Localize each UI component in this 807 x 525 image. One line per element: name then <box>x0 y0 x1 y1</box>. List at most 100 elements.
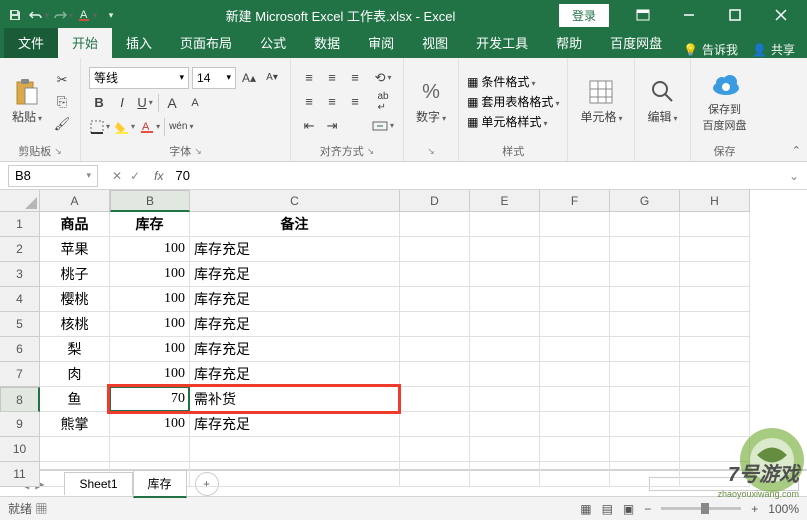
cell[interactable] <box>540 362 610 387</box>
fill-color-icon[interactable] <box>114 117 136 137</box>
tab-help[interactable]: 帮助 <box>542 28 596 58</box>
row-header-4[interactable]: 4 <box>0 287 40 312</box>
cell[interactable] <box>680 412 750 437</box>
zoom-out-icon[interactable]: − <box>644 502 651 516</box>
cell[interactable] <box>610 462 680 487</box>
row-header-6[interactable]: 6 <box>0 337 40 362</box>
cell[interactable]: 核桃 <box>40 312 110 337</box>
col-header-H[interactable]: H <box>680 190 750 212</box>
align-right-icon[interactable]: ≡ <box>345 92 365 112</box>
grow-font-icon[interactable]: A▴ <box>239 68 259 88</box>
cell[interactable]: 库存充足 <box>190 412 400 437</box>
col-header-A[interactable]: A <box>40 190 110 212</box>
cell[interactable] <box>680 212 750 237</box>
cell[interactable] <box>610 362 680 387</box>
cell[interactable] <box>40 437 110 462</box>
align-center-icon[interactable]: ≡ <box>322 92 342 112</box>
cell[interactable] <box>610 262 680 287</box>
cell[interactable] <box>470 362 540 387</box>
shrink-font2-icon[interactable]: A <box>185 93 205 113</box>
view-normal-icon[interactable]: ▦ <box>580 502 591 516</box>
cell[interactable] <box>400 262 470 287</box>
zoom-slider[interactable] <box>661 507 741 510</box>
tab-data[interactable]: 数据 <box>300 28 354 58</box>
name-box[interactable]: B8▾ <box>8 165 98 187</box>
cell[interactable] <box>470 437 540 462</box>
wrap-text-icon[interactable]: ab↵ <box>371 92 395 112</box>
cell[interactable]: 桃子 <box>40 262 110 287</box>
cell[interactable]: 100 <box>110 237 190 262</box>
tab-start[interactable]: 开始 <box>58 28 112 58</box>
table-format-button[interactable]: ▦套用表格格式 <box>467 93 559 110</box>
indent-inc-icon[interactable]: ⇥ <box>322 116 342 136</box>
col-header-E[interactable]: E <box>470 190 540 212</box>
tell-me[interactable]: 💡告诉我 <box>683 41 738 58</box>
close-icon[interactable] <box>759 1 803 29</box>
font-color-qa-icon[interactable]: A <box>76 4 98 26</box>
accept-formula-icon[interactable]: ✓ <box>130 169 140 183</box>
cell[interactable] <box>540 337 610 362</box>
row-header-5[interactable]: 5 <box>0 312 40 337</box>
cell[interactable] <box>540 412 610 437</box>
row-header-1[interactable]: 1 <box>0 212 40 237</box>
cell-styles-button[interactable]: ▦单元格样式 <box>467 113 559 130</box>
cell[interactable] <box>470 287 540 312</box>
cell[interactable]: 库存充足 <box>190 287 400 312</box>
row-header-9[interactable]: 9 <box>0 412 40 437</box>
cell[interactable] <box>470 212 540 237</box>
font-name-select[interactable]: 等线▾ <box>89 67 189 89</box>
format-painter-icon[interactable]: 🖌 <box>52 114 72 134</box>
cell[interactable]: 樱桃 <box>40 287 110 312</box>
cell[interactable]: 商品 <box>40 212 110 237</box>
row-header-10[interactable]: 10 <box>0 437 40 462</box>
cell[interactable] <box>400 362 470 387</box>
cell[interactable] <box>400 287 470 312</box>
cell[interactable] <box>540 387 610 412</box>
qa-more-icon[interactable]: ▾ <box>100 4 122 26</box>
cell[interactable] <box>110 437 190 462</box>
col-header-C[interactable]: C <box>190 190 400 212</box>
sheet-tab-2[interactable]: 库存 <box>133 470 187 498</box>
redo-icon[interactable] <box>52 4 74 26</box>
cell[interactable] <box>610 237 680 262</box>
cell[interactable]: 100 <box>110 337 190 362</box>
row-header-3[interactable]: 3 <box>0 262 40 287</box>
cell[interactable] <box>470 312 540 337</box>
col-header-D[interactable]: D <box>400 190 470 212</box>
cell[interactable] <box>470 387 540 412</box>
cell[interactable]: 熊掌 <box>40 412 110 437</box>
cell[interactable] <box>610 337 680 362</box>
maximize-icon[interactable] <box>713 1 757 29</box>
cell[interactable]: 100 <box>110 312 190 337</box>
cell[interactable]: 鱼 <box>40 387 110 412</box>
cell[interactable] <box>610 437 680 462</box>
cells-button[interactable]: 单元格 <box>576 76 626 127</box>
conditional-format-button[interactable]: ▦条件格式 <box>467 73 559 90</box>
cell[interactable] <box>680 337 750 362</box>
cell[interactable] <box>400 387 470 412</box>
share-button[interactable]: 👤共享 <box>752 41 795 58</box>
dialog-launcher-icon[interactable]: ↘ <box>427 146 435 157</box>
undo-icon[interactable] <box>28 4 50 26</box>
shrink-font-icon[interactable]: A▾ <box>262 68 282 88</box>
align-left-icon[interactable]: ≡ <box>299 92 319 112</box>
accessibility-icon[interactable]: ▦ <box>35 502 47 516</box>
cell[interactable] <box>540 287 610 312</box>
font-size-select[interactable]: 14▾ <box>192 67 236 89</box>
cell[interactable]: 肉 <box>40 362 110 387</box>
underline-button[interactable]: U <box>135 93 155 113</box>
fx-icon[interactable]: fx <box>154 169 163 183</box>
cell[interactable] <box>610 412 680 437</box>
cell[interactable] <box>680 237 750 262</box>
cell[interactable]: 70 <box>110 387 190 412</box>
tab-dev[interactable]: 开发工具 <box>462 28 542 58</box>
row-header-7[interactable]: 7 <box>0 362 40 387</box>
baidu-save-button[interactable]: 保存到 百度网盘 <box>699 69 751 135</box>
cell[interactable] <box>190 437 400 462</box>
cell[interactable] <box>680 287 750 312</box>
save-icon[interactable] <box>4 4 26 26</box>
cell[interactable]: 100 <box>110 262 190 287</box>
tab-formula[interactable]: 公式 <box>246 28 300 58</box>
row-header-8[interactable]: 8 <box>0 387 40 412</box>
row-header-11[interactable]: 11 <box>0 462 40 487</box>
